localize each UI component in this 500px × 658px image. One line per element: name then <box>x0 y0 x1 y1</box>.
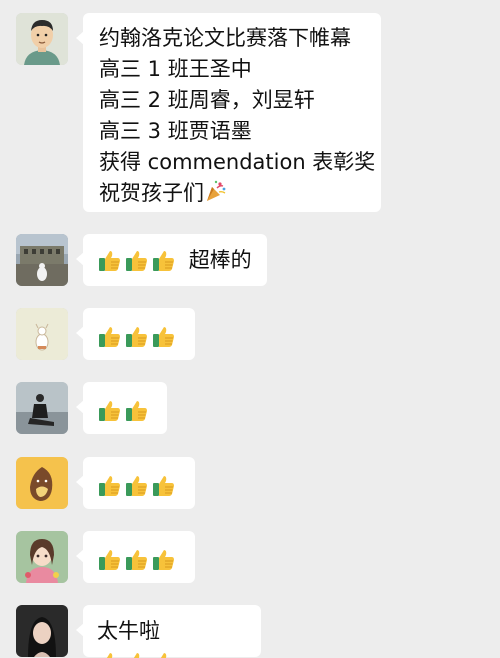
thumbs-up-icon <box>97 650 122 658</box>
thumbs-up-icon <box>97 547 122 572</box>
thumbs-up-icon <box>124 248 149 273</box>
message-text: 超棒的 <box>188 247 252 272</box>
message-line: 获得 commendation 表彰奖 <box>99 150 376 174</box>
message-line: 约翰洛克论文比赛落下帷幕 <box>99 26 351 50</box>
message-row <box>16 531 500 583</box>
message-bubble[interactable]: 约翰洛克论文比赛落下帷幕 高三 1 班王圣中 高三 2 班周睿，刘昱轩 高三 3… <box>76 13 381 212</box>
thumbs-up-icon <box>97 398 122 423</box>
message-line: 高三 3 班贾语墨 <box>99 119 252 143</box>
thumbs-up-icon <box>97 324 122 349</box>
message-bubble[interactable] <box>76 457 195 509</box>
thumbs-up-icon <box>97 473 122 498</box>
chat-view: 约翰洛克论文比赛落下帷幕 高三 1 班王圣中 高三 2 班周睿，刘昱轩 高三 3… <box>0 0 500 658</box>
person-sitting-avatar[interactable] <box>16 382 68 434</box>
thumbs-up-icon <box>124 547 149 572</box>
message-row: 太牛啦 <box>16 605 500 658</box>
building-photo-avatar[interactable] <box>16 234 68 286</box>
thumbs-group <box>97 398 149 423</box>
message-line-last: 祝贺孩子们 <box>99 178 365 209</box>
thumbs-up-icon <box>124 650 149 658</box>
thumbs-up-icon <box>151 650 176 658</box>
small-figure-avatar[interactable] <box>16 308 68 360</box>
thumbs-up-icon <box>124 324 149 349</box>
thumbs-up-icon <box>151 547 176 572</box>
thumbs-group <box>97 473 176 498</box>
message-bubble[interactable]: 超棒的 <box>76 234 267 286</box>
message-row: 超棒的 <box>16 234 500 286</box>
thumbs-up-icon <box>151 473 176 498</box>
thumbs-up-icon <box>151 248 176 273</box>
thumbs-up-icon <box>151 324 176 349</box>
sweet-potato-avatar[interactable] <box>16 457 68 509</box>
thumbs-up-icon <box>97 248 122 273</box>
cartoon-man-avatar[interactable] <box>16 13 68 65</box>
party-popper-icon <box>204 179 228 203</box>
message-line: 高三 1 班王圣中 <box>99 57 252 81</box>
message-bubble[interactable]: 太牛啦 <box>76 605 261 658</box>
message-text: 祝贺孩子们 <box>99 181 204 205</box>
message-bubble[interactable] <box>76 308 195 360</box>
message-bubble[interactable] <box>76 531 195 583</box>
thumbs-group <box>97 650 176 658</box>
message-row <box>16 457 500 509</box>
message-text: 太牛啦 <box>97 618 160 643</box>
message-line: 高三 2 班周睿，刘昱轩 <box>99 88 315 112</box>
thumbs-up-icon <box>124 398 149 423</box>
thumbs-group <box>97 324 176 349</box>
message-row <box>16 382 500 434</box>
thumbs-group <box>97 547 176 572</box>
message-row: 约翰洛克论文比赛落下帷幕 高三 1 班王圣中 高三 2 班周睿，刘昱轩 高三 3… <box>16 13 500 212</box>
anime-girl-avatar[interactable] <box>16 531 68 583</box>
thumbs-up-icon <box>124 473 149 498</box>
message-bubble[interactable] <box>76 382 167 434</box>
woman-portrait-avatar[interactable] <box>16 605 68 657</box>
message-row <box>16 308 500 360</box>
thumbs-group <box>97 248 176 273</box>
